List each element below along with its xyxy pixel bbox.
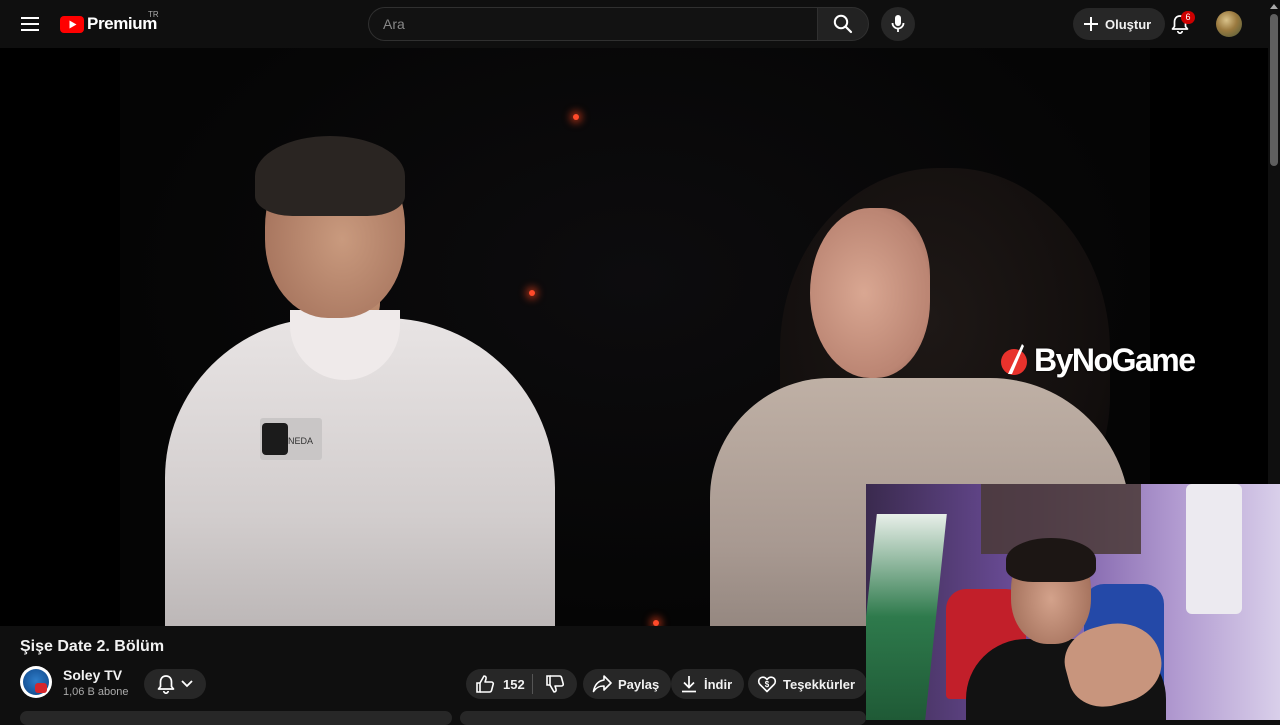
share-button[interactable]: Paylaş (583, 669, 672, 699)
logo-text: Premium (87, 14, 157, 33)
sponsor-logo-text: ByNoGame (1034, 341, 1196, 378)
voice-search-button[interactable] (881, 7, 915, 41)
thanks-button[interactable]: $ Teşekkürler (748, 669, 868, 699)
svg-text:$: $ (765, 680, 770, 689)
webcam-jersey-white (1186, 484, 1242, 614)
sponsor-emblem-icon (1001, 344, 1027, 375)
youtube-premium-logo[interactable]: Premium TR (60, 10, 159, 36)
share-arrow-icon (592, 675, 612, 693)
name-tag-icon (262, 423, 288, 455)
studio-light (653, 620, 659, 626)
like-button[interactable]: 152 (466, 669, 530, 699)
create-label: Oluştur (1105, 16, 1152, 32)
subscription-button[interactable] (144, 669, 206, 699)
subscriber-count: 1,06 B abone (63, 686, 129, 698)
description-box[interactable] (20, 711, 452, 725)
sponsor-logo: ByNoGame (1000, 340, 1196, 380)
webcam-overlay (866, 484, 1280, 720)
heart-dollar-icon: $ (757, 676, 777, 693)
studio-light (573, 114, 579, 120)
thumbs-down-icon (546, 675, 565, 693)
scroll-thumb[interactable] (1270, 14, 1278, 166)
studio-light (529, 290, 535, 296)
country-code: TR (148, 10, 159, 19)
like-dislike-group: 152 (466, 669, 577, 699)
create-button[interactable]: Oluştur (1073, 8, 1166, 40)
plus-icon (1084, 17, 1098, 31)
channel-name[interactable]: Soley TV (63, 667, 122, 683)
top-bar: Premium TR Oluştur 6 (0, 0, 1268, 48)
video-title: Şişe Date 2. Bölüm (20, 638, 165, 655)
channel-avatar-badge (35, 683, 47, 693)
webcam-person-hair (1006, 538, 1096, 582)
youtube-play-icon (60, 15, 84, 33)
thanks-label: Teşekkürler (783, 676, 856, 692)
channel-avatar[interactable] (20, 666, 52, 698)
thumbs-up-icon (476, 675, 495, 693)
scroll-up-arrow-icon[interactable] (1270, 4, 1278, 9)
share-label: Paylaş (618, 676, 660, 692)
comments-preview[interactable] (460, 711, 866, 725)
man-hair (255, 136, 405, 216)
woman-face (810, 208, 930, 378)
notification-count-badge: 6 (1181, 11, 1195, 24)
webcam-scarf (866, 514, 947, 720)
search-icon (833, 14, 853, 34)
search-bar (368, 7, 869, 41)
download-label: İndir (704, 676, 733, 692)
hamburger-icon (21, 17, 39, 31)
microphone-icon (891, 15, 905, 32)
download-button[interactable]: İndir (671, 669, 745, 699)
menu-button[interactable] (14, 8, 46, 40)
chevron-down-icon (181, 680, 193, 688)
notifications-button[interactable]: 6 (1164, 8, 1196, 40)
account-avatar[interactable] (1216, 11, 1242, 37)
download-icon (682, 676, 696, 693)
name-tag-text: NEDA (288, 436, 314, 446)
like-count: 152 (503, 676, 525, 692)
dislike-button[interactable] (533, 669, 577, 699)
bell-icon (157, 675, 175, 694)
search-input[interactable] (368, 7, 817, 41)
search-button[interactable] (817, 7, 869, 41)
